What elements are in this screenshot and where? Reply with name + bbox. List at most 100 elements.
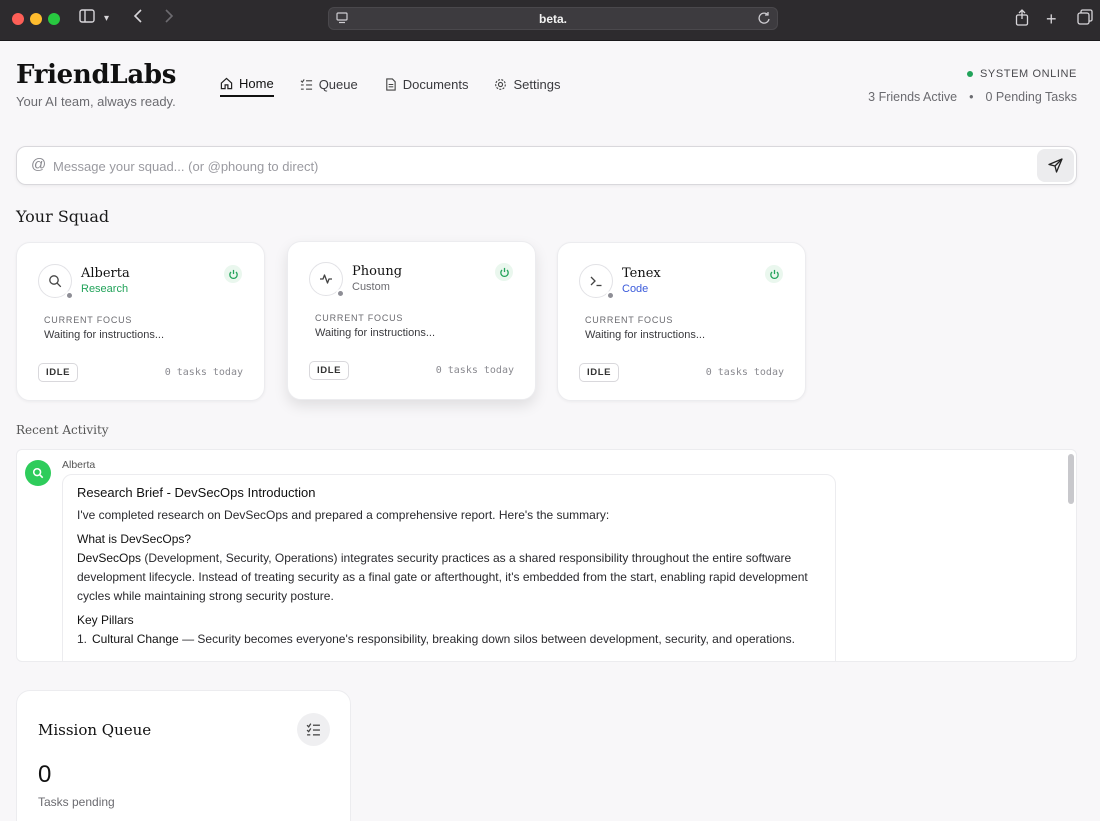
current-focus-label: CURRENT FOCUS: [585, 315, 674, 325]
url-text: beta.: [538, 12, 567, 26]
power-toggle[interactable]: [495, 263, 513, 281]
back-icon[interactable]: [133, 9, 143, 29]
mission-queue-button[interactable]: [297, 713, 330, 746]
friend-card-phoung[interactable]: Phoung Custom CURRENT FOCUS Waiting for …: [287, 241, 536, 400]
friend-name: Tenex: [622, 266, 661, 281]
squad-message-input[interactable]: [53, 155, 1033, 177]
new-tab-icon[interactable]: +: [1046, 9, 1057, 29]
current-focus-label: CURRENT FOCUS: [315, 313, 404, 323]
reload-icon[interactable]: [757, 11, 771, 25]
nav-queue-label: Queue: [318, 77, 358, 92]
queue-icon: [306, 723, 320, 736]
zoom-window-button[interactable]: [48, 13, 60, 25]
status-separator: •: [969, 90, 974, 104]
current-focus-text: Waiting for instructions...: [44, 329, 165, 341]
share-icon[interactable]: [1015, 9, 1029, 32]
tasks-pending-count: 0: [38, 761, 52, 788]
system-online-label: SYSTEM ONLINE: [979, 68, 1077, 80]
activity-author: Alberta: [62, 459, 96, 471]
activity-scrollbar[interactable]: [1068, 454, 1074, 504]
sidebar-toggle-icon[interactable]: [79, 9, 95, 29]
at-mention-icon: @: [31, 156, 47, 173]
nav-documents-label: Documents: [402, 77, 469, 92]
terminal-icon: [590, 276, 602, 287]
friend-role: Research: [81, 283, 129, 295]
nav-documents[interactable]: Documents: [384, 76, 469, 97]
online-dot-icon: [966, 71, 973, 77]
pillars-heading: Key Pillars: [77, 613, 134, 627]
status-counts: 3 Friends Active • 0 Pending Tasks: [868, 90, 1077, 104]
squad-section-title: Your Squad: [16, 207, 110, 226]
definition-text: (Development, Security, Operations) inte…: [77, 551, 808, 603]
mission-queue-title: Mission Queue: [38, 721, 152, 739]
friends-active-count: 3 Friends Active: [868, 90, 958, 104]
message-definition: DevSecOps (Development, Security, Operat…: [77, 549, 821, 606]
current-focus-label: CURRENT FOCUS: [44, 315, 133, 325]
main-nav: Home Queue Documents Settings: [220, 76, 560, 97]
message-heading: Research Brief - DevSecOps Introduction: [77, 485, 316, 500]
avatar: [579, 264, 615, 300]
close-window-button[interactable]: [12, 13, 24, 25]
presence-dot: [65, 291, 74, 300]
tasks-today: 0 tasks today: [164, 367, 243, 378]
nav-queue[interactable]: Queue: [300, 76, 358, 97]
friend-card-alberta[interactable]: Alberta Research CURRENT FOCUS Waiting f…: [16, 242, 265, 401]
message-subheading: What is DevSecOps?: [77, 532, 192, 546]
forward-icon[interactable]: [164, 9, 174, 29]
power-icon: [228, 269, 238, 279]
activity-section-title: Recent Activity: [16, 423, 109, 437]
activity-icon: [320, 274, 332, 284]
presence-dot: [606, 291, 615, 300]
friend-card-tenex[interactable]: Tenex Code CURRENT FOCUS Waiting for ins…: [557, 242, 806, 401]
tasks-today: 0 tasks today: [705, 367, 784, 378]
list-item-term: Cultural Change: [92, 632, 179, 646]
tasks-today: 0 tasks today: [435, 365, 514, 376]
nav-home[interactable]: Home: [220, 76, 274, 97]
pending-tasks-count: 0 Pending Tasks: [985, 90, 1078, 104]
avatar: [38, 264, 74, 300]
current-focus-text: Waiting for instructions...: [315, 327, 436, 339]
mission-queue-card[interactable]: Mission Queue 0 Tasks pending: [16, 690, 351, 821]
chevron-down-icon[interactable]: ▾: [104, 9, 109, 29]
friend-name: Phoung: [352, 264, 403, 279]
tasks-pending-label: Tasks pending: [38, 795, 115, 809]
list-item-text: — Security becomes everyone's responsibi…: [178, 632, 795, 646]
power-toggle[interactable]: [224, 265, 242, 283]
queue-icon: [300, 79, 312, 90]
gear-icon: [495, 79, 507, 90]
nav-home-label: Home: [239, 76, 274, 91]
minimize-window-button[interactable]: [30, 13, 42, 25]
friend-role: Custom: [352, 281, 390, 293]
system-online-indicator: SYSTEM ONLINE: [868, 68, 1077, 80]
address-bar[interactable]: beta.: [328, 7, 778, 30]
power-icon: [499, 267, 509, 277]
status-badge: IDLE: [309, 361, 350, 380]
activity-feed[interactable]: Alberta Research Brief - DevSecOps Intro…: [16, 449, 1077, 662]
activity-message: Research Brief - DevSecOps Introduction …: [62, 474, 836, 661]
status-badge: IDLE: [579, 363, 620, 382]
app-tagline: Your AI team, always ready.: [16, 94, 176, 109]
brand: FriendLabs Your AI team, always ready.: [16, 60, 176, 109]
send-icon: [1048, 158, 1063, 173]
send-button[interactable]: [1037, 149, 1074, 182]
friend-name: Alberta: [81, 266, 130, 281]
power-toggle[interactable]: [765, 265, 783, 283]
tab-overview-icon[interactable]: [1077, 9, 1093, 31]
browser-toolbar: ▾ beta. +: [0, 0, 1100, 41]
list-item: 1. Cultural Change — Security becomes ev…: [77, 630, 821, 649]
message-intro: I've completed research on DevSecOps and…: [77, 508, 610, 522]
current-focus-text: Waiting for instructions...: [585, 329, 706, 341]
status-badge: IDLE: [38, 363, 79, 382]
nav-settings[interactable]: Settings: [494, 76, 560, 97]
document-icon: [385, 78, 396, 91]
app-title: FriendLabs: [16, 60, 177, 90]
avatar: [25, 460, 51, 486]
system-status: SYSTEM ONLINE 3 Friends Active • 0 Pending…: [868, 68, 1077, 104]
presence-dot: [336, 289, 345, 298]
list-item-number: 1.: [77, 632, 88, 646]
nav-settings-label: Settings: [513, 77, 561, 92]
home-icon: [220, 77, 233, 90]
friend-role: Code: [622, 283, 649, 295]
search-icon: [49, 275, 62, 288]
avatar: [309, 262, 345, 298]
